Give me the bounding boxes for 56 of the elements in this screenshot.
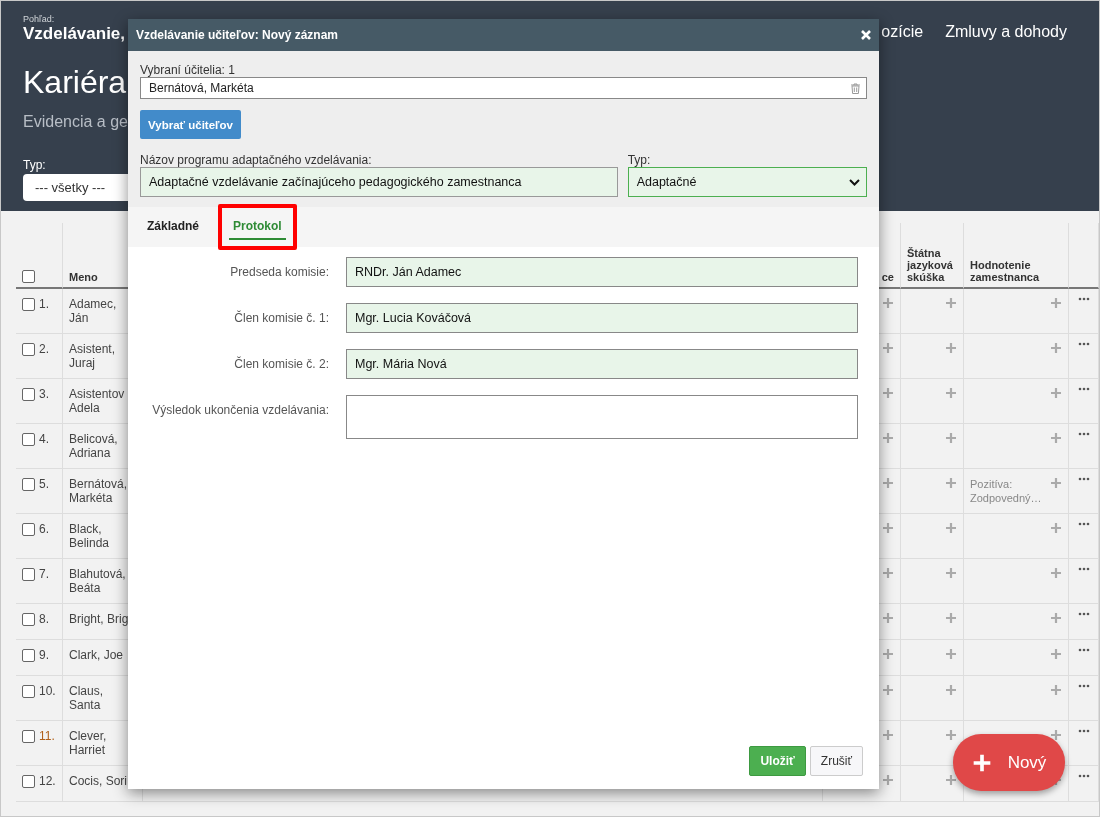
evaluation-text: Pozitíva: Zodpovedný…	[970, 477, 1043, 505]
filter-label: Typ:	[23, 158, 46, 172]
text-field[interactable]: Mgr. Mária Nová	[346, 349, 858, 379]
type-select[interactable]: Adaptačné	[627, 167, 867, 197]
row-number: 9.	[39, 648, 49, 662]
field-label: Člen komisie č. 2:	[233, 355, 329, 371]
teacher-name: Claus, Santa	[69, 684, 103, 712]
view-label: Pohľad:	[23, 14, 56, 24]
selected-teachers-field[interactable]: Bernátová, Markéta	[140, 77, 867, 99]
teacher-name: Adamec, Ján	[69, 297, 117, 325]
field-label: Vybraní účitelia: 1	[140, 63, 236, 77]
text-field[interactable]: RNDr. Ján Adamec	[346, 257, 858, 287]
tab[interactable]: Základné	[132, 204, 215, 250]
row-number: 5.	[39, 477, 49, 491]
teacher-name: Clever, Harriet	[69, 729, 107, 757]
column-header: Meno	[69, 271, 98, 283]
teacher-name: Cocis, Sori	[69, 774, 127, 788]
program-name-field[interactable]: Adaptačné vzdelávanie začínajúceho pedagogického zamestnanca	[140, 167, 618, 197]
field-label: Člen komisie č. 1:	[233, 309, 329, 325]
teacher-name: Asistentov Adela	[69, 387, 125, 415]
field-label: Výsledok ukončenia vzdelávania:	[151, 402, 329, 417]
row-number: 1.	[39, 297, 49, 311]
dialog-title: Vzdelávanie učiteľov: Nový záznam	[136, 28, 339, 42]
row-number: 11.	[39, 729, 55, 743]
row-number: 7.	[39, 567, 49, 581]
teacher-name: Belicová, Adriana	[69, 432, 118, 460]
teacher-name: Bernátová, Markéta	[69, 477, 128, 505]
tab[interactable]: Protokol	[218, 204, 297, 250]
row-number: 6.	[39, 522, 49, 536]
field-label: Typ:	[627, 153, 652, 167]
column-header: Hodnotenie zamestnanca	[970, 259, 1041, 283]
view-title: Vzdelávanie,	[23, 24, 126, 44]
page-title: Kariéra	[23, 64, 127, 101]
row-number: 10.	[39, 684, 56, 698]
teacher-name: Clark, Joe	[69, 648, 124, 662]
teacher-name: Blahutová, Beáta	[69, 567, 126, 595]
nav-link[interactable]: Zmluvy a dohody	[945, 23, 1067, 41]
field-label: Predseda komisie:	[229, 264, 329, 279]
page-subtitle: Evidencia a ge	[23, 113, 128, 131]
cancel-button[interactable]: Zrušiť	[809, 746, 863, 776]
teacher-name: Black, Belinda	[69, 522, 110, 550]
select-teachers-button[interactable]: Vybrať učiteľov	[140, 110, 241, 139]
row-number: 8.	[39, 612, 49, 626]
text-field[interactable]: Mgr. Lucia Kováčová	[346, 303, 858, 333]
new-button[interactable]: Nový	[953, 734, 1065, 791]
row-number: 3.	[39, 387, 49, 401]
teacher-name: Bright, Brig	[69, 612, 129, 626]
field-label: Názov programu adaptačného vzdelávania:	[140, 153, 373, 167]
teacher-name: Asistent, Juraj	[69, 342, 116, 370]
row-number: 12.	[39, 774, 56, 788]
field-value: Bernátová, Markéta	[149, 81, 254, 95]
row-number: 2.	[39, 342, 49, 356]
row-number: 4.	[39, 432, 49, 446]
column-header: ce	[881, 271, 894, 283]
column-header: Štátna jazyková skúška	[907, 247, 954, 283]
nav-link[interactable]: ozície	[881, 23, 924, 41]
